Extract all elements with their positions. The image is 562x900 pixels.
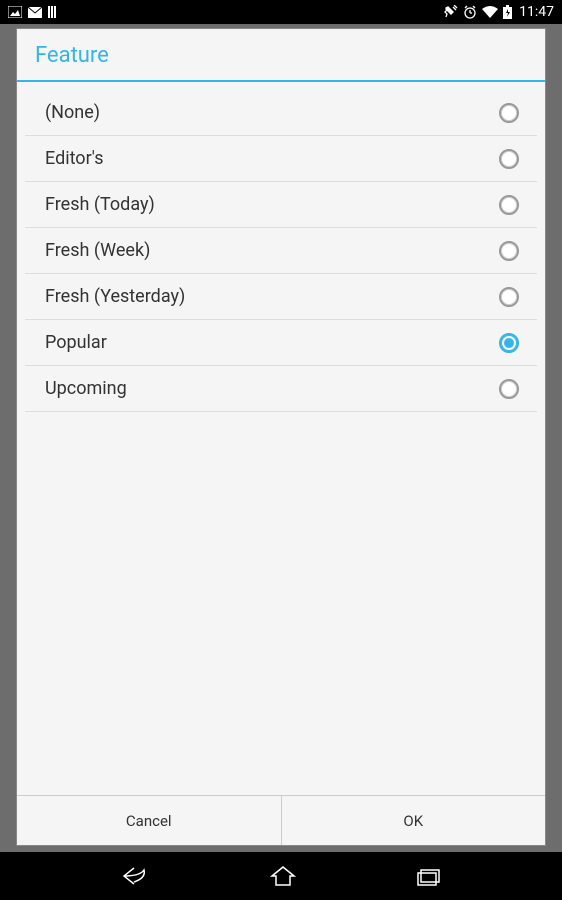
dialog-buttons: Cancel OK bbox=[17, 795, 545, 845]
recent-icon[interactable] bbox=[416, 865, 442, 887]
option-popular[interactable]: Popular bbox=[25, 320, 537, 366]
option-upcoming[interactable]: Upcoming bbox=[25, 366, 537, 412]
image-icon bbox=[8, 6, 22, 18]
radio-icon bbox=[499, 287, 519, 307]
radio-icon bbox=[499, 241, 519, 261]
option-label: Upcoming bbox=[45, 378, 127, 399]
status-right: 11:47 bbox=[444, 4, 554, 20]
radio-icon bbox=[499, 195, 519, 215]
option-fresh-today[interactable]: Fresh (Today) bbox=[25, 182, 537, 228]
option-label: Fresh (Yesterday) bbox=[45, 286, 185, 307]
nav-bar bbox=[0, 852, 562, 900]
option-fresh-week[interactable]: Fresh (Week) bbox=[25, 228, 537, 274]
back-icon[interactable] bbox=[120, 864, 150, 888]
option-label: Editor's bbox=[45, 148, 104, 169]
feature-dialog: Feature (None) Editor's Fresh (Today) Fr… bbox=[16, 28, 546, 846]
bars-icon bbox=[48, 6, 60, 18]
status-time: 11:47 bbox=[519, 4, 554, 20]
option-none[interactable]: (None) bbox=[25, 90, 537, 136]
dialog-title: Feature bbox=[17, 29, 545, 80]
home-icon[interactable] bbox=[270, 864, 296, 888]
mail-icon bbox=[28, 7, 42, 18]
radio-icon bbox=[499, 333, 519, 353]
status-bar: 11:47 bbox=[0, 0, 562, 24]
option-label: (None) bbox=[45, 102, 100, 123]
radio-icon bbox=[499, 149, 519, 169]
option-label: Popular bbox=[45, 332, 107, 353]
battery-icon bbox=[503, 5, 512, 19]
option-label: Fresh (Today) bbox=[45, 194, 155, 215]
vibrate-icon bbox=[444, 5, 458, 19]
ok-button[interactable]: OK bbox=[281, 796, 546, 845]
cancel-button[interactable]: Cancel bbox=[17, 796, 281, 845]
radio-icon bbox=[499, 379, 519, 399]
alarm-icon bbox=[463, 5, 477, 19]
option-editors[interactable]: Editor's bbox=[25, 136, 537, 182]
options-list: (None) Editor's Fresh (Today) Fresh (Wee… bbox=[17, 82, 545, 795]
option-label: Fresh (Week) bbox=[45, 240, 150, 261]
option-fresh-yesterday[interactable]: Fresh (Yesterday) bbox=[25, 274, 537, 320]
wifi-icon bbox=[482, 6, 498, 18]
radio-icon bbox=[499, 103, 519, 123]
status-left bbox=[8, 6, 60, 18]
